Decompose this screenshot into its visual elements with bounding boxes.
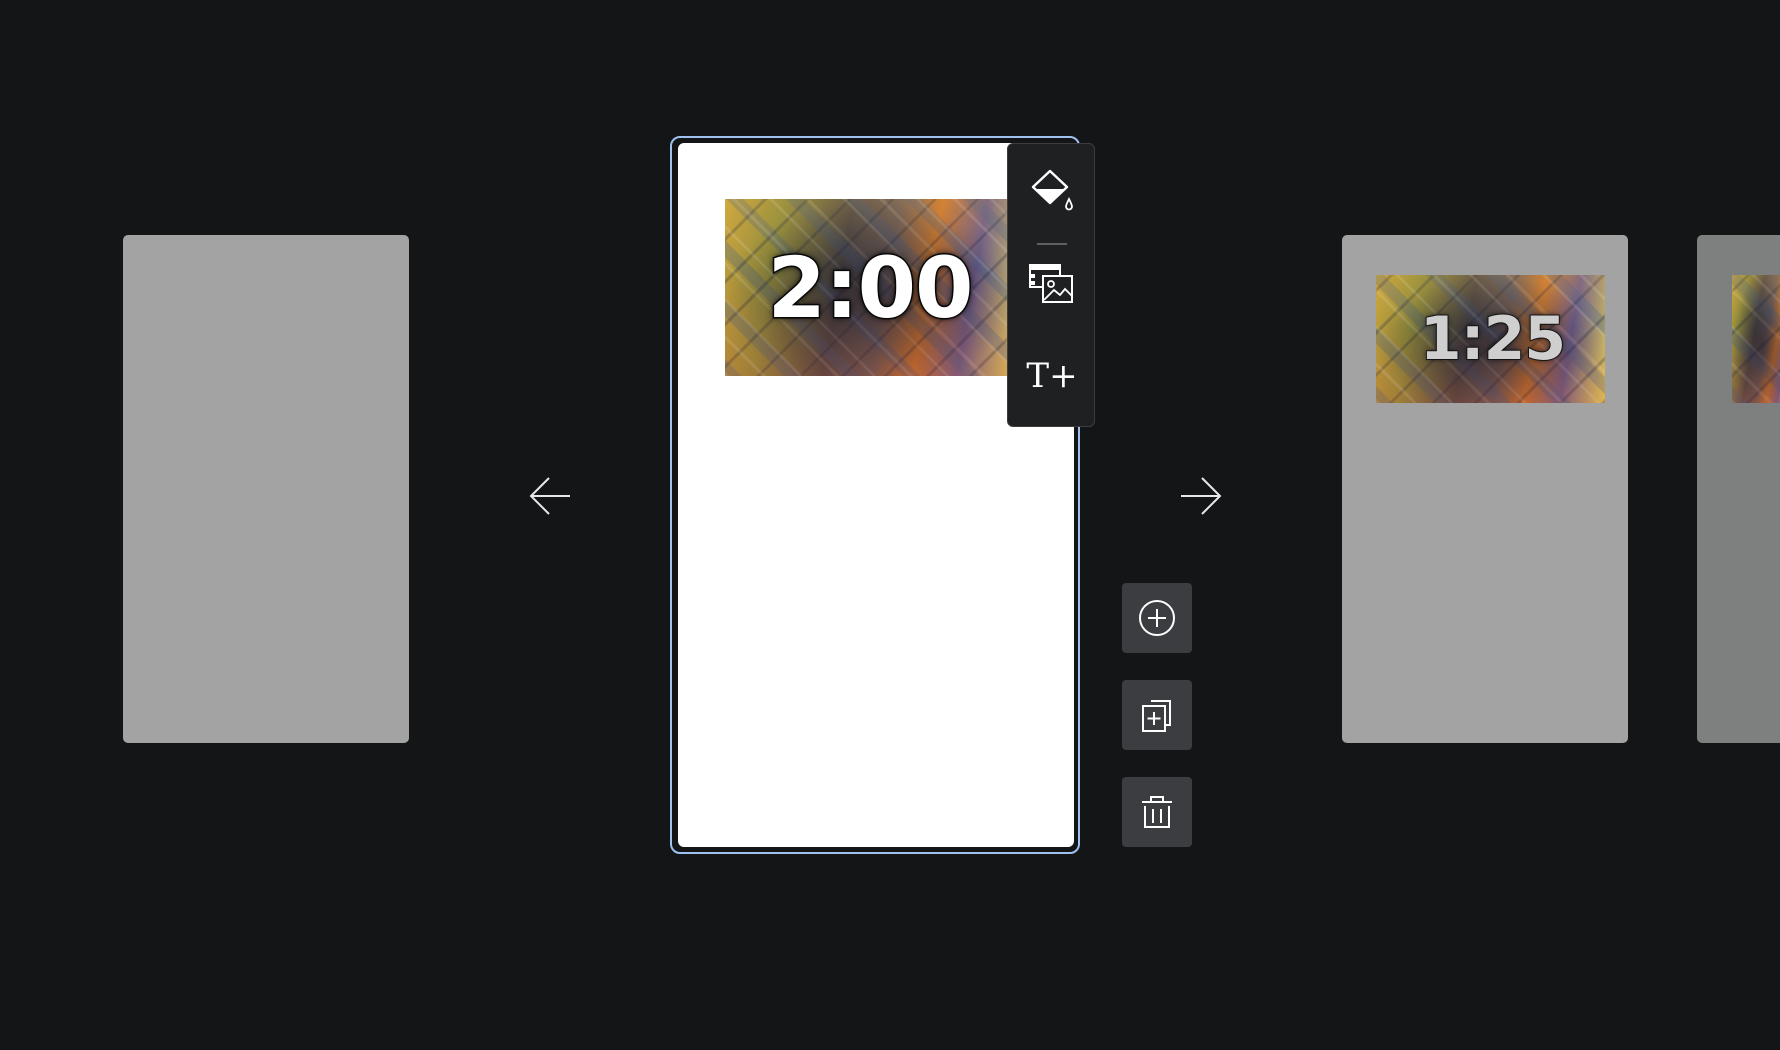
far-countdown-banner-image xyxy=(1732,275,1780,403)
duplicate-slide-button[interactable] xyxy=(1122,680,1192,750)
arrow-left-icon xyxy=(529,477,570,515)
countdown-banner-image[interactable]: 2:00 xyxy=(725,199,1015,376)
add-circle-icon xyxy=(1139,600,1175,636)
background-fill-button[interactable] xyxy=(1022,160,1082,220)
add-text-button[interactable]: T+ xyxy=(1022,346,1082,406)
add-text-icon: T+ xyxy=(1026,356,1078,396)
countdown-timer-text: 2:00 xyxy=(766,237,975,338)
add-slide-button[interactable] xyxy=(1122,583,1192,653)
paint-bucket-icon xyxy=(1031,169,1073,211)
slide-toolbar: T+ xyxy=(1007,143,1095,427)
next-countdown-timer-text: 1:25 xyxy=(1419,303,1567,375)
slide-editor-canvas: 2:00 T+ 1:25 xyxy=(0,0,1780,1050)
duplicate-icon xyxy=(1142,700,1171,732)
media-library-icon xyxy=(1029,264,1073,303)
arrow-right-icon xyxy=(1181,477,1222,515)
media-library-button[interactable] xyxy=(1022,255,1082,315)
toolbar-divider xyxy=(1037,243,1067,245)
previous-slide-thumbnail[interactable] xyxy=(123,235,409,743)
next-countdown-banner-image: 1:25 xyxy=(1376,275,1605,403)
next-slide-button[interactable] xyxy=(1176,471,1226,521)
delete-slide-button[interactable] xyxy=(1122,777,1192,847)
trash-icon xyxy=(1142,796,1172,828)
previous-slide-button[interactable] xyxy=(525,471,575,521)
